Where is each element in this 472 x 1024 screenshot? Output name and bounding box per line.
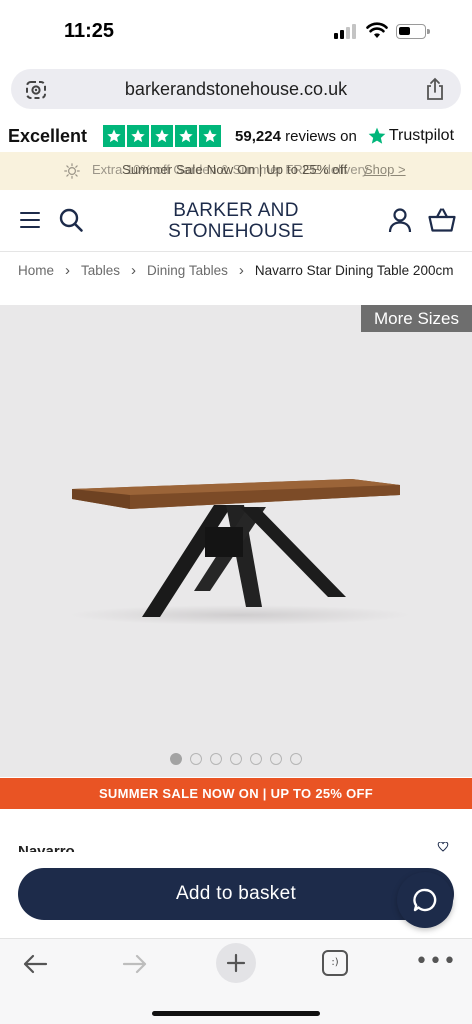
- account-icon[interactable]: [388, 207, 412, 233]
- sticky-basket-bar: Add to basket: [0, 852, 472, 938]
- more-menu-icon[interactable]: •••: [415, 951, 457, 973]
- gallery-dot[interactable]: [250, 753, 262, 765]
- gallery-dot[interactable]: [170, 753, 182, 765]
- product-gallery[interactable]: More Sizes: [0, 305, 472, 777]
- gallery-dot[interactable]: [230, 753, 242, 765]
- breadcrumb: Home › Tables › Dining Tables › Navarro Star D…: [18, 262, 472, 282]
- search-icon[interactable]: [58, 207, 84, 233]
- plus-icon: [226, 953, 246, 973]
- gallery-dots: [170, 753, 302, 765]
- trustpilot-brand: Trustpilot: [388, 127, 455, 144]
- status-time: 11:25: [64, 20, 115, 42]
- breadcrumb-dining-tables[interactable]: Dining Tables: [147, 263, 228, 278]
- url-text[interactable]: barkerandstonehouse.co.uk: [11, 79, 461, 100]
- chevron-right-icon: ›: [238, 262, 244, 279]
- wishlist-heart-icon[interactable]: [432, 842, 454, 852]
- trustpilot-stars: [103, 125, 222, 147]
- reviews-count: 59,224: [235, 127, 281, 145]
- share-icon[interactable]: [425, 77, 445, 101]
- signal-icon: [334, 24, 356, 39]
- add-to-basket-button[interactable]: Add to basket: [18, 868, 454, 920]
- chevron-right-icon: ›: [65, 262, 71, 279]
- site-logo[interactable]: BARKER AND STONEHOUSE: [150, 200, 322, 242]
- wifi-icon: [366, 22, 388, 38]
- chat-button[interactable]: [397, 872, 453, 928]
- reviews-suffix: reviews on: [285, 127, 357, 145]
- tabs-button[interactable]: :): [322, 950, 348, 976]
- battery-icon: [396, 24, 430, 39]
- star-icon: [127, 125, 150, 147]
- status-bar: 11:25: [0, 0, 472, 62]
- star-icon: [199, 125, 222, 147]
- trustpilot-reviews: 59,224 reviews on: [235, 128, 357, 145]
- trustpilot-bar[interactable]: Excellent 59,224 reviews on Trustpilot: [0, 120, 472, 152]
- gallery-dot[interactable]: [210, 753, 222, 765]
- basket-icon[interactable]: [428, 208, 456, 232]
- sale-banner[interactable]: SUMMER SALE NOW ON | UP TO 25% OFF: [0, 778, 472, 809]
- star-icon: [175, 125, 198, 147]
- trustpilot-star-icon: [368, 127, 386, 144]
- trustpilot-logo: Trustpilot: [367, 126, 454, 146]
- product-name: Navarro: [18, 843, 75, 852]
- star-icon: [103, 125, 126, 147]
- promo-text: Summer Sale Now On | Up to 25% off: [122, 162, 348, 177]
- browser-toolbar: :) •••: [0, 938, 472, 1024]
- promo-shop-link[interactable]: Shop >: [364, 162, 406, 177]
- star-icon: [151, 125, 174, 147]
- new-tab-button[interactable]: [216, 943, 256, 983]
- trustpilot-rating-word: Excellent: [8, 125, 88, 146]
- more-sizes-button[interactable]: More Sizes: [361, 305, 472, 332]
- menu-icon[interactable]: [20, 212, 40, 233]
- gallery-dot[interactable]: [270, 753, 282, 765]
- product-image[interactable]: [60, 465, 410, 625]
- breadcrumb-home[interactable]: Home: [18, 263, 54, 278]
- logo-line-1: BARKER AND: [173, 200, 299, 221]
- site-header: BARKER AND STONEHOUSE: [0, 190, 472, 252]
- gallery-dot[interactable]: [290, 753, 302, 765]
- breadcrumb-tables[interactable]: Tables: [81, 263, 120, 278]
- back-arrow-icon[interactable]: [22, 953, 48, 975]
- chevron-right-icon: ›: [131, 262, 137, 279]
- home-indicator: [152, 1011, 320, 1016]
- forward-arrow-icon[interactable]: [122, 953, 148, 975]
- gallery-dot[interactable]: [190, 753, 202, 765]
- breadcrumb-current: Navarro Star Dining Table 200cm: [254, 263, 454, 278]
- logo-line-2: STONEHOUSE: [168, 221, 304, 242]
- chat-bubble-icon: [413, 888, 437, 912]
- sun-icon: [64, 163, 80, 179]
- address-bar[interactable]: barkerandstonehouse.co.uk: [11, 69, 461, 109]
- promo-banner[interactable]: Extra 10% off Garden & Summer FREE deliv…: [0, 152, 472, 190]
